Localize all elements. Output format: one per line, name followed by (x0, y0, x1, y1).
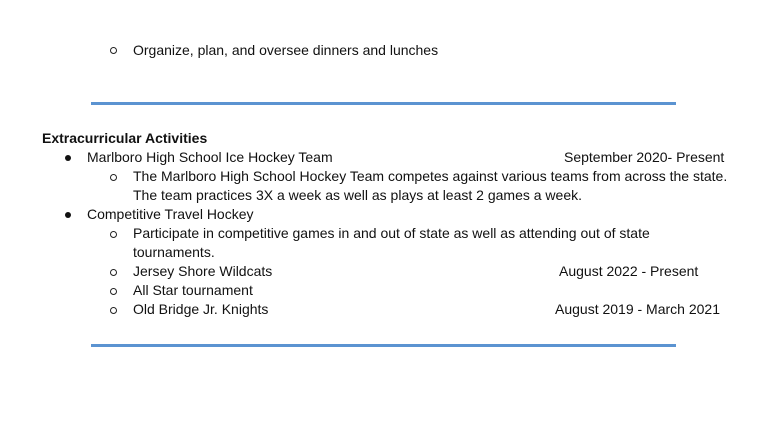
section-divider (91, 102, 676, 105)
solid-bullet-icon (65, 212, 71, 218)
team-date: August 2022 - Present (559, 263, 699, 279)
solid-bullet-icon (65, 155, 71, 161)
hollow-bullet-icon (110, 174, 117, 181)
activity-description-line: The team practices 3X a week as well as … (133, 187, 582, 203)
team-name: All Star tournament (133, 282, 253, 298)
section-divider (91, 344, 676, 347)
hollow-bullet-icon (110, 288, 117, 295)
section-heading: Extracurricular Activities (42, 130, 208, 146)
activity-description-line: tournaments. (133, 244, 215, 260)
activity-title: Competitive Travel Hockey (87, 206, 254, 222)
hollow-bullet-icon (110, 269, 117, 276)
team-name: Jersey Shore Wildcats (133, 263, 273, 279)
team-name: Old Bridge Jr. Knights (133, 301, 269, 317)
top-item-text: Organize, plan, and oversee dinners and … (133, 42, 439, 58)
hollow-bullet-icon (110, 47, 117, 54)
activity-title: Marlboro High School Ice Hockey Team (87, 149, 333, 165)
activity-date: September 2020- Present (564, 149, 725, 165)
team-date: August 2019 - March 2021 (555, 301, 720, 317)
hollow-bullet-icon (110, 307, 117, 314)
activity-description-line: Participate in competitive games in and … (133, 225, 650, 241)
hollow-bullet-icon (110, 231, 117, 238)
activity-description-line: The Marlboro High School Hockey Team com… (133, 168, 728, 184)
